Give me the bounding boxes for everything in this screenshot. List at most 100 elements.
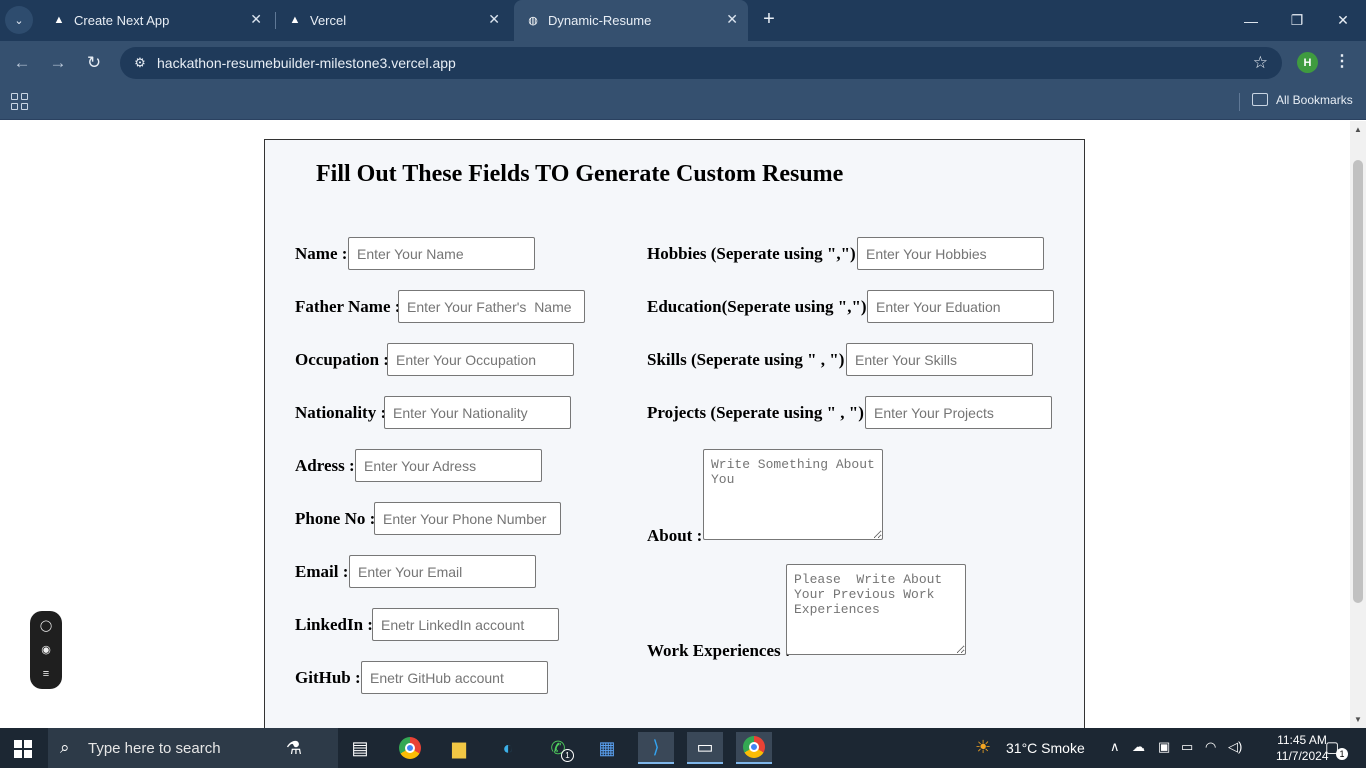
weather-icon[interactable]: ☀ (975, 737, 991, 758)
occupation-input[interactable] (387, 343, 574, 376)
page-scrollbar[interactable]: ▲ ▼ (1350, 121, 1366, 728)
weather-text[interactable]: 31°C Smoke (1006, 740, 1085, 756)
battery-icon[interactable]: ▭ (1181, 739, 1193, 755)
close-window-icon[interactable]: ✕ (1320, 0, 1366, 41)
father-name-label: Father Name : (295, 297, 401, 316)
address-input[interactable] (355, 449, 542, 482)
email-label: Email : (295, 562, 349, 581)
tab-title: Create Next App (74, 13, 170, 28)
tab-title: Dynamic-Resume (548, 13, 652, 28)
chrome-taskbar-icon[interactable] (392, 732, 428, 764)
phone-label: Phone No : (295, 509, 376, 528)
edge-icon[interactable]: ◐ (490, 732, 526, 764)
terminal-icon[interactable]: ▭ (687, 732, 723, 764)
hobbies-input[interactable] (857, 237, 1044, 270)
restore-icon[interactable]: ❐ (1274, 0, 1320, 41)
scroll-down-arrow-icon[interactable]: ▼ (1354, 715, 1362, 724)
onedrive-cloud-icon[interactable]: ☁ (1132, 739, 1145, 755)
windows-taskbar: ⌕ Type here to search ⚗ ▤ ▆ ◐ ✆ 1 ▦ ⟩ ▭ ☀… (0, 728, 1366, 768)
url-text[interactable]: hackathon-resumebuilder-milestone3.verce… (157, 55, 456, 71)
menu-lines-icon[interactable]: ≡ (39, 667, 53, 681)
projects-input[interactable] (865, 396, 1052, 429)
education-label: Education(Seperate using ",") : (647, 297, 877, 316)
nationality-label: Nationality : (295, 403, 387, 422)
bookmark-star-icon[interactable]: ☆ (1253, 53, 1268, 73)
about-label: About : (647, 526, 703, 545)
education-input[interactable] (867, 290, 1054, 323)
wifi-icon[interactable]: ◠ (1205, 739, 1216, 755)
tab-dynamic-resume[interactable]: ◍ Dynamic-Resume ✕ (514, 0, 748, 41)
forward-arrow-icon[interactable]: → (46, 51, 70, 75)
tab-create-next-app[interactable]: ▲ Create Next App ✕ (40, 0, 272, 41)
whatsapp-badge: 1 (561, 749, 574, 762)
github-input[interactable] (361, 661, 548, 694)
back-arrow-icon[interactable]: ← (10, 51, 34, 75)
browser-toolbar: ← → ↻ ⚙ hackathon-resumebuilder-mileston… (0, 41, 1366, 85)
address-bar[interactable]: ⚙ hackathon-resumebuilder-milestone3.ver… (120, 47, 1282, 79)
search-placeholder: Type here to search (88, 740, 221, 757)
skills-label: Skills (Seperate using " , ") : (647, 350, 855, 369)
taskbar-clock[interactable]: 11:45 AM 11/7/2024 (1276, 732, 1329, 764)
linkedin-label: LinkedIn : (295, 615, 373, 634)
all-bookmarks-link[interactable]: All Bookmarks (1276, 93, 1353, 107)
form-title: Fill Out These Fields TO Generate Custom… (316, 161, 844, 187)
apps-grid-icon[interactable] (11, 93, 28, 110)
phone-input[interactable] (374, 502, 561, 535)
eye-icon[interactable]: ◉ (39, 643, 53, 657)
more-menu-icon[interactable]: ⋮ (1334, 51, 1350, 71)
close-icon[interactable]: ✕ (726, 11, 738, 28)
windows-start-icon[interactable] (14, 740, 32, 758)
work-experience-textarea[interactable] (786, 564, 966, 655)
github-label: GitHub : (295, 668, 361, 687)
meet-now-icon[interactable]: ▣ (1158, 739, 1170, 755)
projects-label: Projects (Seperate using " , ") : (647, 403, 874, 422)
close-icon[interactable]: ✕ (488, 11, 500, 28)
science-flasks-icon[interactable]: ⚗ (276, 732, 312, 764)
profile-avatar[interactable]: H (1297, 52, 1318, 73)
clock-date: 11/7/2024 (1276, 749, 1329, 763)
name-label: Name : (295, 244, 348, 263)
whatsapp-icon[interactable]: ✆ 1 (540, 732, 576, 764)
site-settings-icon[interactable]: ⚙ (130, 53, 150, 73)
hobbies-label: Hobbies (Seperate using ",") : (647, 244, 866, 263)
notification-count: 1 (1336, 748, 1348, 760)
resume-form: Fill Out These Fields TO Generate Custom… (264, 139, 1085, 728)
skills-input[interactable] (846, 343, 1033, 376)
tab-title: Vercel (310, 13, 347, 28)
new-tab-button[interactable]: + (758, 8, 780, 32)
minimize-icon[interactable]: — (1228, 0, 1274, 41)
scrollbar-thumb[interactable] (1353, 160, 1363, 603)
chat-bubble-icon[interactable]: ◯ (39, 619, 53, 633)
clock-time: 11:45 AM (1277, 733, 1327, 747)
page-viewport: Fill Out These Fields TO Generate Custom… (0, 121, 1350, 728)
vscode-icon[interactable]: ⟩ (638, 732, 674, 764)
file-explorer-icon[interactable]: ▆ (441, 732, 477, 764)
linkedin-input[interactable] (372, 608, 559, 641)
tab-bar: ⌄ ▲ Create Next App ✕ ▲ Vercel ✕ ◍ Dynam… (0, 0, 1366, 41)
task-view-icon[interactable]: ▤ (342, 732, 378, 764)
vercel-triangle-icon: ▲ (289, 14, 301, 26)
folder-icon (1252, 93, 1268, 106)
floating-toolbar: ◯ ◉ ≡ (30, 611, 62, 689)
volume-icon[interactable]: ◁) (1228, 739, 1242, 755)
scroll-up-arrow-icon[interactable]: ▲ (1354, 125, 1362, 134)
bookmarks-divider (1239, 93, 1240, 111)
vercel-triangle-icon: ▲ (53, 14, 65, 26)
globe-icon: ◍ (528, 14, 538, 27)
address-label: Adress : (295, 456, 355, 475)
microsoft-store-icon[interactable]: ▦ (589, 732, 625, 764)
occupation-label: Occupation : (295, 350, 389, 369)
name-input[interactable] (348, 237, 535, 270)
close-icon[interactable]: ✕ (250, 11, 262, 28)
about-textarea[interactable] (703, 449, 883, 540)
chrome-active-icon[interactable] (736, 732, 772, 764)
nationality-input[interactable] (384, 396, 571, 429)
tab-vercel[interactable]: ▲ Vercel ✕ (276, 0, 510, 41)
reload-icon[interactable]: ↻ (82, 51, 106, 75)
work-experience-label: Work Experiences : (647, 641, 791, 660)
chevron-up-icon[interactable]: ∧ (1110, 739, 1120, 755)
father-name-input[interactable] (398, 290, 585, 323)
tab-search-chevron-icon[interactable]: ⌄ (5, 6, 33, 34)
email-input[interactable] (349, 555, 536, 588)
bookmarks-bar: All Bookmarks (0, 85, 1366, 120)
